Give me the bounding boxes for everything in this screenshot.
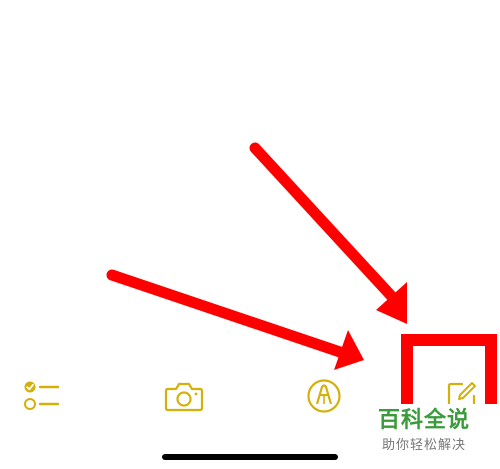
watermark: 百科全说 助你轻松解决 [368, 404, 500, 466]
arrow-upper-icon [249, 142, 407, 324]
home-indicator [162, 454, 338, 460]
arrow-lower-icon [106, 269, 364, 370]
watermark-subtitle: 助你轻松解决 [382, 438, 467, 453]
camera-button[interactable] [160, 370, 208, 422]
markup-pen-icon [307, 379, 341, 413]
checklist-button[interactable] [18, 370, 66, 422]
watermark-title: 百科全说 [378, 408, 471, 433]
markup-button[interactable] [300, 370, 348, 422]
checklist-icon [24, 381, 60, 410]
camera-icon [164, 382, 204, 412]
